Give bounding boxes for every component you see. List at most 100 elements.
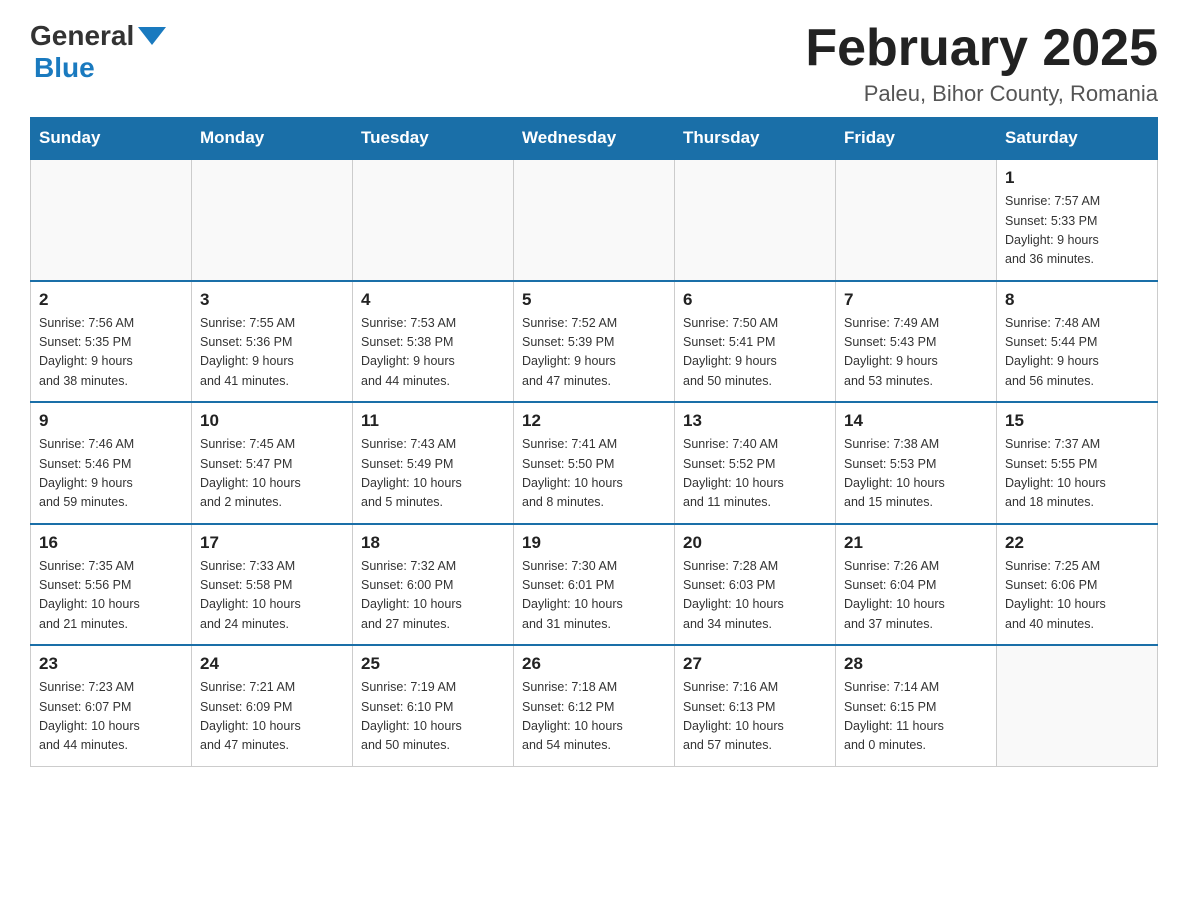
calendar-day-cell: 25 Sunrise: 7:19 AM Sunset: 6:10 PM Dayli… [353,645,514,766]
day-number: 18 [361,533,505,553]
calendar-week-row: 1 Sunrise: 7:57 AM Sunset: 5:33 PM Daylig… [31,159,1158,281]
calendar-day-header: Monday [192,118,353,160]
calendar-table: SundayMondayTuesdayWednesdayThursdayFrid… [30,117,1158,767]
title-section: February 2025 Paleu, Bihor County, Roman… [805,20,1158,107]
day-number: 15 [1005,411,1149,431]
calendar-header-row: SundayMondayTuesdayWednesdayThursdayFrid… [31,118,1158,160]
day-number: 5 [522,290,666,310]
page-header: General Blue February 2025 Paleu, Bihor … [30,20,1158,107]
day-number: 17 [200,533,344,553]
day-info: Sunrise: 7:48 AM Sunset: 5:44 PM Dayligh… [1005,314,1149,392]
day-number: 4 [361,290,505,310]
day-info: Sunrise: 7:26 AM Sunset: 6:04 PM Dayligh… [844,557,988,635]
calendar-day-cell: 23 Sunrise: 7:23 AM Sunset: 6:07 PM Dayli… [31,645,192,766]
calendar-day-cell [192,159,353,281]
day-info: Sunrise: 7:38 AM Sunset: 5:53 PM Dayligh… [844,435,988,513]
day-info: Sunrise: 7:50 AM Sunset: 5:41 PM Dayligh… [683,314,827,392]
calendar-week-row: 2 Sunrise: 7:56 AM Sunset: 5:35 PM Daylig… [31,281,1158,403]
day-number: 12 [522,411,666,431]
calendar-day-cell: 13 Sunrise: 7:40 AM Sunset: 5:52 PM Dayli… [675,402,836,524]
day-number: 3 [200,290,344,310]
calendar-day-cell: 14Sunrise: 7:38 AM Sunset: 5:53 PM Dayli… [836,402,997,524]
calendar-week-row: 16 Sunrise: 7:35 AM Sunset: 5:56 PM Dayli… [31,524,1158,646]
calendar-day-cell [836,159,997,281]
day-info: Sunrise: 7:53 AM Sunset: 5:38 PM Dayligh… [361,314,505,392]
calendar-day-cell: 17 Sunrise: 7:33 AM Sunset: 5:58 PM Dayli… [192,524,353,646]
calendar-day-cell: 15 Sunrise: 7:37 AM Sunset: 5:55 PM Dayli… [997,402,1158,524]
day-number: 23 [39,654,183,674]
calendar-day-cell: 2 Sunrise: 7:56 AM Sunset: 5:35 PM Daylig… [31,281,192,403]
day-number: 11 [361,411,505,431]
calendar-day-cell: 5 Sunrise: 7:52 AM Sunset: 5:39 PM Daylig… [514,281,675,403]
calendar-day-cell: 9 Sunrise: 7:46 AM Sunset: 5:46 PM Daylig… [31,402,192,524]
day-info: Sunrise: 7:49 AM Sunset: 5:43 PM Dayligh… [844,314,988,392]
calendar-day-cell: 28 Sunrise: 7:14 AM Sunset: 6:15 PM Dayli… [836,645,997,766]
calendar-day-cell: 6 Sunrise: 7:50 AM Sunset: 5:41 PM Daylig… [675,281,836,403]
logo-general-text: General [30,20,134,52]
day-number: 22 [1005,533,1149,553]
day-info: Sunrise: 7:46 AM Sunset: 5:46 PM Dayligh… [39,435,183,513]
day-info: Sunrise: 7:35 AM Sunset: 5:56 PM Dayligh… [39,557,183,635]
day-info: Sunrise: 7:14 AM Sunset: 6:15 PM Dayligh… [844,678,988,756]
location-subtitle: Paleu, Bihor County, Romania [805,81,1158,107]
calendar-day-cell: 3 Sunrise: 7:55 AM Sunset: 5:36 PM Daylig… [192,281,353,403]
day-number: 8 [1005,290,1149,310]
calendar-day-cell: 16 Sunrise: 7:35 AM Sunset: 5:56 PM Dayli… [31,524,192,646]
day-info: Sunrise: 7:18 AM Sunset: 6:12 PM Dayligh… [522,678,666,756]
day-info: Sunrise: 7:56 AM Sunset: 5:35 PM Dayligh… [39,314,183,392]
day-info: Sunrise: 7:23 AM Sunset: 6:07 PM Dayligh… [39,678,183,756]
day-info: Sunrise: 7:30 AM Sunset: 6:01 PM Dayligh… [522,557,666,635]
day-number: 2 [39,290,183,310]
calendar-day-cell [353,159,514,281]
calendar-week-row: 9 Sunrise: 7:46 AM Sunset: 5:46 PM Daylig… [31,402,1158,524]
calendar-day-cell: 4 Sunrise: 7:53 AM Sunset: 5:38 PM Daylig… [353,281,514,403]
day-number: 16 [39,533,183,553]
day-info: Sunrise: 7:19 AM Sunset: 6:10 PM Dayligh… [361,678,505,756]
calendar-day-cell: 7Sunrise: 7:49 AM Sunset: 5:43 PM Daylig… [836,281,997,403]
calendar-day-cell: 26Sunrise: 7:18 AM Sunset: 6:12 PM Dayli… [514,645,675,766]
day-info: Sunrise: 7:55 AM Sunset: 5:36 PM Dayligh… [200,314,344,392]
calendar-day-cell [997,645,1158,766]
calendar-day-header: Wednesday [514,118,675,160]
calendar-day-cell: 22 Sunrise: 7:25 AM Sunset: 6:06 PM Dayli… [997,524,1158,646]
calendar-day-cell: 18 Sunrise: 7:32 AM Sunset: 6:00 PM Dayli… [353,524,514,646]
calendar-day-cell: 8 Sunrise: 7:48 AM Sunset: 5:44 PM Daylig… [997,281,1158,403]
calendar-day-cell [514,159,675,281]
calendar-day-header: Tuesday [353,118,514,160]
day-number: 6 [683,290,827,310]
calendar-day-cell: 21 Sunrise: 7:26 AM Sunset: 6:04 PM Dayli… [836,524,997,646]
day-number: 25 [361,654,505,674]
calendar-day-header: Saturday [997,118,1158,160]
day-info: Sunrise: 7:41 AM Sunset: 5:50 PM Dayligh… [522,435,666,513]
day-info: Sunrise: 7:52 AM Sunset: 5:39 PM Dayligh… [522,314,666,392]
calendar-day-cell: 20Sunrise: 7:28 AM Sunset: 6:03 PM Dayli… [675,524,836,646]
day-info: Sunrise: 7:45 AM Sunset: 5:47 PM Dayligh… [200,435,344,513]
logo-arrow-icon [138,27,166,45]
day-info: Sunrise: 7:57 AM Sunset: 5:33 PM Dayligh… [1005,192,1149,270]
day-info: Sunrise: 7:21 AM Sunset: 6:09 PM Dayligh… [200,678,344,756]
day-number: 13 [683,411,827,431]
calendar-day-header: Thursday [675,118,836,160]
calendar-day-header: Friday [836,118,997,160]
logo-blue-text: Blue [34,52,95,84]
day-info: Sunrise: 7:40 AM Sunset: 5:52 PM Dayligh… [683,435,827,513]
day-number: 1 [1005,168,1149,188]
day-number: 24 [200,654,344,674]
day-info: Sunrise: 7:37 AM Sunset: 5:55 PM Dayligh… [1005,435,1149,513]
calendar-day-cell: 19 Sunrise: 7:30 AM Sunset: 6:01 PM Dayli… [514,524,675,646]
calendar-day-cell [675,159,836,281]
day-number: 19 [522,533,666,553]
day-number: 28 [844,654,988,674]
day-info: Sunrise: 7:16 AM Sunset: 6:13 PM Dayligh… [683,678,827,756]
day-info: Sunrise: 7:32 AM Sunset: 6:00 PM Dayligh… [361,557,505,635]
day-number: 20 [683,533,827,553]
day-number: 9 [39,411,183,431]
day-info: Sunrise: 7:33 AM Sunset: 5:58 PM Dayligh… [200,557,344,635]
day-number: 21 [844,533,988,553]
calendar-day-cell: 27Sunrise: 7:16 AM Sunset: 6:13 PM Dayli… [675,645,836,766]
calendar-day-cell: 24 Sunrise: 7:21 AM Sunset: 6:09 PM Dayli… [192,645,353,766]
calendar-day-cell: 12 Sunrise: 7:41 AM Sunset: 5:50 PM Dayli… [514,402,675,524]
day-info: Sunrise: 7:25 AM Sunset: 6:06 PM Dayligh… [1005,557,1149,635]
calendar-day-cell [31,159,192,281]
month-title: February 2025 [805,20,1158,77]
